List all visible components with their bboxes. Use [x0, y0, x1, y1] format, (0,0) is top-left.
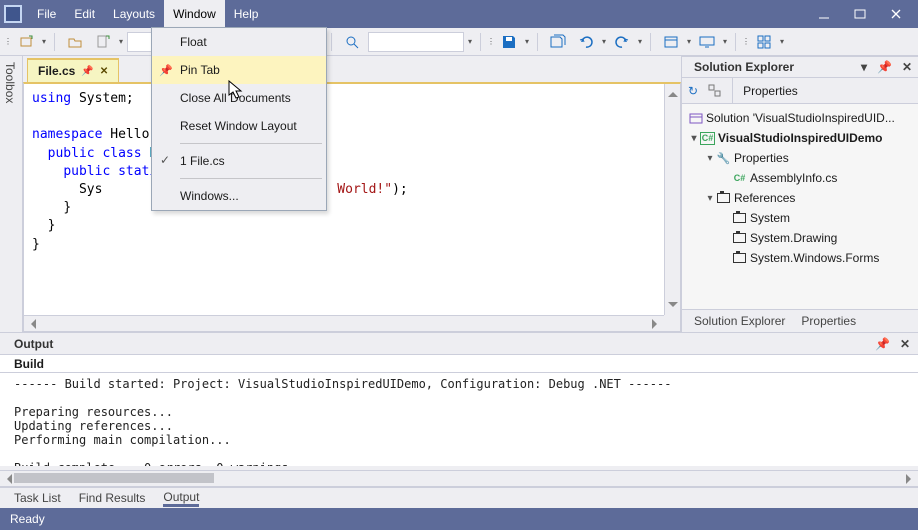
document-tabs: File.cs 📌 ✕ [23, 56, 681, 82]
solution-explorer-title: Solution Explorer [694, 60, 794, 74]
tree-ref-winforms[interactable]: System.Windows.Forms [750, 251, 879, 265]
title-bar: File Edit Layouts Window Help [0, 0, 918, 28]
toolbar-find-field[interactable] [368, 32, 464, 52]
solution-explorer-toolbar: ↻ Properties [682, 78, 918, 104]
tree-project[interactable]: VisualStudioInspiredUIDemo [718, 131, 882, 145]
toolbar: ⋮ ▾ ▾ ▾ ▾ ▾ ⋮ ▾ ▾ ▾ ▾ ▾ ⋮ ▾ [0, 28, 918, 56]
menu-item-1-file[interactable]: ✓1 File.cs [152, 147, 326, 175]
tree-properties[interactable]: Properties [734, 151, 789, 165]
menu-divider [180, 178, 322, 179]
window-menu: Float 📌Pin Tab Close All Documents Reset… [151, 27, 327, 211]
output-category[interactable]: Build [14, 357, 44, 371]
properties-button[interactable]: Properties [732, 78, 798, 103]
window-close[interactable] [878, 0, 914, 28]
dropdown-icon[interactable]: ▾ [523, 37, 531, 46]
pin-icon[interactable]: 📌 [875, 337, 890, 351]
dropdown-icon[interactable]: ▾ [117, 37, 125, 46]
menu-file[interactable]: File [28, 0, 65, 28]
tab-label: File.cs [38, 64, 75, 78]
tree-references[interactable]: References [734, 191, 795, 205]
status-text: Ready [10, 512, 45, 526]
tab-find-results[interactable]: Find Results [79, 491, 146, 505]
output-body[interactable]: ------ Build started: Project: VisualStu… [0, 373, 918, 466]
pin-icon[interactable]: 📌 [877, 60, 892, 74]
editor: using System; namespace HelloWorld { pub… [23, 82, 681, 332]
toolbar-overflow-icon[interactable]: ⋮ [487, 37, 495, 46]
dropdown-icon[interactable]: ▾ [466, 37, 474, 46]
grid-icon[interactable] [752, 30, 776, 54]
find-icon[interactable] [340, 30, 364, 54]
dropdown-icon[interactable]: ▾ [40, 37, 48, 46]
editor-h-scroll[interactable] [24, 315, 664, 331]
editor-v-scroll[interactable] [664, 84, 680, 315]
toolbox-sidebar[interactable]: Toolbox [0, 56, 23, 332]
close-icon[interactable]: ✕ [100, 66, 108, 77]
dropdown-icon[interactable]: ▾ [721, 37, 729, 46]
undo-icon[interactable] [574, 30, 598, 54]
menu-item-close-all[interactable]: Close All Documents [152, 84, 326, 112]
dropdown-icon[interactable]: ▾ [636, 37, 644, 46]
output-title: Output [14, 337, 53, 351]
save-all-icon[interactable] [546, 30, 570, 54]
menu-item-pin-tab[interactable]: 📌Pin Tab [152, 56, 326, 84]
tree-ref-drawing[interactable]: System.Drawing [750, 231, 837, 245]
tree-ref-system[interactable]: System [750, 211, 790, 225]
menu-item-windows[interactable]: Windows... [152, 182, 326, 210]
toolbar-overflow-icon[interactable]: ⋮ [4, 37, 12, 46]
solution-tree[interactable]: Solution 'VisualStudioInspiredUID... ▾C#… [682, 104, 918, 310]
dropdown-icon[interactable]: ▾ [685, 37, 693, 46]
dropdown-icon[interactable]: ▾ [861, 60, 867, 74]
output-panel: Output 📌 ✕ Build ------ Build started: Pr… [0, 332, 918, 508]
menu-edit[interactable]: Edit [65, 0, 104, 28]
close-icon[interactable]: ✕ [900, 337, 910, 351]
open-file-icon[interactable] [63, 30, 87, 54]
tab-output[interactable]: Output [163, 490, 199, 507]
editor-area[interactable]: using System; namespace HelloWorld { pub… [24, 84, 664, 315]
new-project-icon[interactable] [14, 30, 38, 54]
solution-explorer-header: Solution Explorer ▾ 📌 ✕ [682, 56, 918, 78]
app-icon [4, 5, 22, 23]
window-minimize[interactable] [806, 0, 842, 28]
window-maximize[interactable] [842, 0, 878, 28]
close-icon[interactable]: ✕ [902, 60, 912, 74]
layout-icon[interactable] [659, 30, 683, 54]
pin-icon: 📌 [159, 64, 173, 77]
menu-item-float[interactable]: Float [152, 28, 326, 56]
tab-properties[interactable]: Properties [801, 314, 856, 328]
menu-layouts[interactable]: Layouts [104, 0, 164, 28]
menu-help[interactable]: Help [225, 0, 268, 28]
collapse-icon[interactable] [708, 84, 722, 98]
menu-divider [180, 143, 322, 144]
menu-item-reset-layout[interactable]: Reset Window Layout [152, 112, 326, 140]
redo-icon[interactable] [610, 30, 634, 54]
add-file-icon[interactable] [91, 30, 115, 54]
monitor-icon[interactable] [695, 30, 719, 54]
tree-solution[interactable]: Solution 'VisualStudioInspiredUID... [706, 111, 895, 125]
tab-task-list[interactable]: Task List [14, 491, 61, 505]
menubar: File Edit Layouts Window Help [28, 0, 267, 28]
output-h-scroll[interactable] [0, 470, 918, 486]
right-tabs: Solution Explorer Properties [682, 310, 918, 332]
tab-solution-explorer[interactable]: Solution Explorer [694, 314, 785, 328]
tab-file-cs[interactable]: File.cs 📌 ✕ [27, 58, 119, 82]
menu-window[interactable]: Window [164, 0, 225, 28]
save-icon[interactable] [497, 30, 521, 54]
toolbar-overflow-icon[interactable]: ⋮ [742, 37, 750, 46]
check-icon: ✓ [160, 153, 170, 167]
dropdown-icon[interactable]: ▾ [778, 37, 786, 46]
refresh-icon[interactable]: ↻ [688, 84, 698, 98]
status-bar: Ready [0, 508, 918, 530]
tree-assemblyinfo[interactable]: AssemblyInfo.cs [750, 171, 837, 185]
dropdown-icon[interactable]: ▾ [600, 37, 608, 46]
pin-icon[interactable]: 📌 [81, 66, 93, 77]
bottom-tabs: Task List Find Results Output [0, 486, 918, 508]
